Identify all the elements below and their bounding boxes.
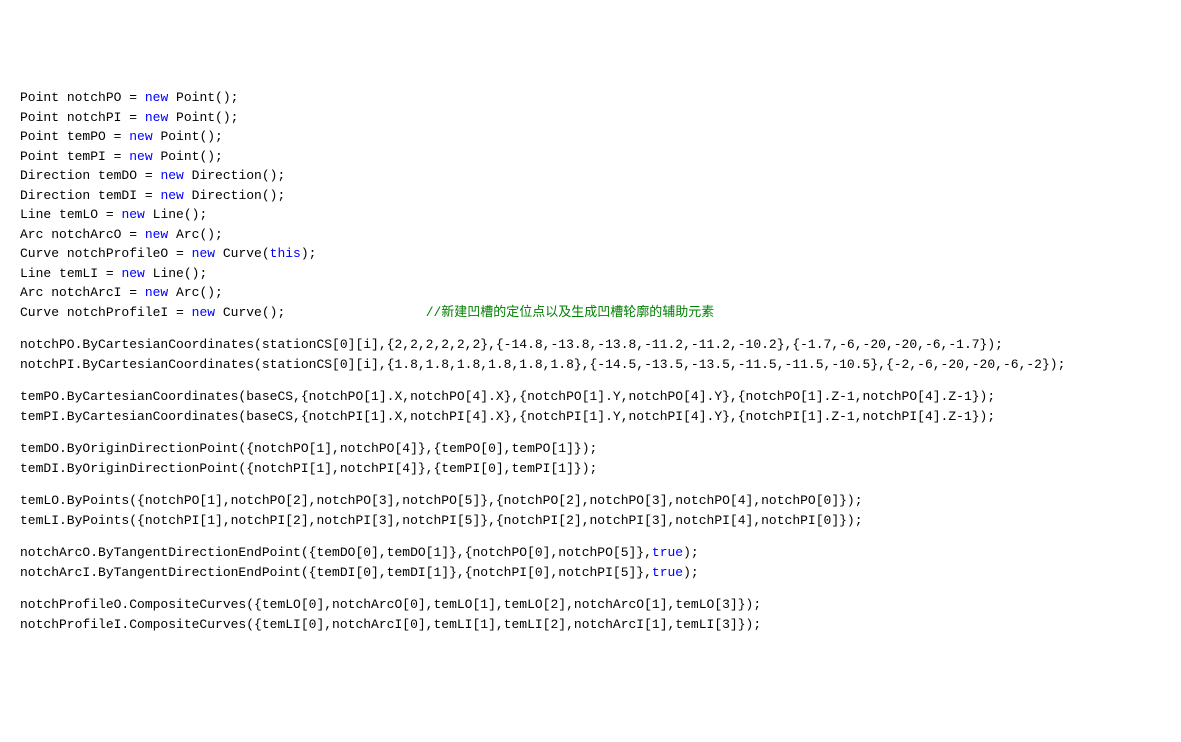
code-token: Direction [20, 168, 90, 183]
code-token: this [270, 246, 301, 261]
code-token: temPO = [59, 129, 129, 144]
code-block: Point notchPO = new Point();Point notchP… [20, 88, 1161, 634]
code-token: notchPO = [59, 90, 145, 105]
code-line: temDI.ByOriginDirectionPoint({notchPI[1]… [20, 459, 1161, 479]
code-token: temLI = [51, 266, 121, 281]
code-line: Point temPO = new Point(); [20, 127, 1161, 147]
code-token: new [160, 188, 183, 203]
blank-line [20, 322, 1161, 335]
code-token: notchProfileI = [59, 305, 192, 320]
code-token: Arc(); [168, 285, 223, 300]
code-line: notchArcI.ByTangentDirectionEndPoint({te… [20, 563, 1161, 583]
code-token: notchPO.ByCartesianCoordinates(stationCS… [20, 337, 1003, 352]
code-token: temPI = [59, 149, 129, 164]
code-token: new [192, 305, 215, 320]
code-token: Point [20, 149, 59, 164]
code-token: temPO.ByCartesianCoordinates(baseCS,{not… [20, 389, 995, 404]
code-token: Line [20, 207, 51, 222]
code-line: temLO.ByPoints({notchPO[1],notchPO[2],no… [20, 491, 1161, 511]
code-line: Arc notchArcO = new Arc(); [20, 225, 1161, 245]
code-token: new [121, 207, 144, 222]
code-token: notchArcO = [43, 227, 144, 242]
code-token: Curve [20, 246, 59, 261]
code-token: notchArcI = [43, 285, 144, 300]
blank-line [20, 582, 1161, 595]
code-token: Point [20, 110, 59, 125]
code-token: Arc [20, 285, 43, 300]
code-token: Arc [20, 227, 43, 242]
code-token: Line [20, 266, 51, 281]
code-token: new [121, 266, 144, 281]
code-token: temDO.ByOriginDirectionPoint({notchPO[1]… [20, 441, 597, 456]
code-line: Curve notchProfileI = new Curve(); //新建凹… [20, 303, 1161, 323]
code-token: Point [20, 129, 59, 144]
code-token: Point(); [168, 110, 238, 125]
code-token: Direction(); [184, 188, 285, 203]
code-token: Point(); [153, 129, 223, 144]
code-line: notchProfileI.CompositeCurves({temLI[0],… [20, 615, 1161, 635]
blank-line [20, 374, 1161, 387]
code-token: new [145, 227, 168, 242]
code-line: notchPI.ByCartesianCoordinates(stationCS… [20, 355, 1161, 375]
code-token: Point(); [153, 149, 223, 164]
code-token: temPI.ByCartesianCoordinates(baseCS,{not… [20, 409, 995, 424]
code-token: new [145, 285, 168, 300]
code-token: temLO.ByPoints({notchPO[1],notchPO[2],no… [20, 493, 863, 508]
code-line: Line temLO = new Line(); [20, 205, 1161, 225]
code-token: new [145, 90, 168, 105]
code-line: Line temLI = new Line(); [20, 264, 1161, 284]
code-token: temDI = [90, 188, 160, 203]
code-token: true [652, 545, 683, 560]
code-token: Line(); [145, 207, 207, 222]
code-token: Line(); [145, 266, 207, 281]
code-token: new [145, 110, 168, 125]
blank-line [20, 478, 1161, 491]
code-line: temPI.ByCartesianCoordinates(baseCS,{not… [20, 407, 1161, 427]
code-token: ); [683, 545, 699, 560]
code-token: ); [301, 246, 317, 261]
code-line: Direction temDO = new Direction(); [20, 166, 1161, 186]
code-line: notchPO.ByCartesianCoordinates(stationCS… [20, 335, 1161, 355]
code-line: Direction temDI = new Direction(); [20, 186, 1161, 206]
code-line: temDO.ByOriginDirectionPoint({notchPO[1]… [20, 439, 1161, 459]
code-line: notchProfileO.CompositeCurves({temLO[0],… [20, 595, 1161, 615]
code-token: temDO = [90, 168, 160, 183]
code-token: Curve(); [215, 305, 285, 320]
code-token [285, 305, 425, 320]
code-token: new [192, 246, 215, 261]
code-token: temLO = [51, 207, 121, 222]
code-token: ); [683, 565, 699, 580]
code-token: Arc(); [168, 227, 223, 242]
code-token: notchProfileO = [59, 246, 192, 261]
blank-line [20, 426, 1161, 439]
code-token: notchArcI.ByTangentDirectionEndPoint({te… [20, 565, 652, 580]
code-token: temLI.ByPoints({notchPI[1],notchPI[2],no… [20, 513, 863, 528]
code-token: Point [20, 90, 59, 105]
code-line: notchArcO.ByTangentDirectionEndPoint({te… [20, 543, 1161, 563]
code-token: Direction [20, 188, 90, 203]
code-token: new [129, 129, 152, 144]
code-line: temLI.ByPoints({notchPI[1],notchPI[2],no… [20, 511, 1161, 531]
code-token: notchPI = [59, 110, 145, 125]
code-token: //新建凹槽的定位点以及生成凹槽轮廓的辅助元素 [426, 305, 715, 320]
code-line: Point notchPO = new Point(); [20, 88, 1161, 108]
code-line: Arc notchArcI = new Arc(); [20, 283, 1161, 303]
code-token: notchArcO.ByTangentDirectionEndPoint({te… [20, 545, 652, 560]
code-token: notchProfileI.CompositeCurves({temLI[0],… [20, 617, 761, 632]
code-token: new [129, 149, 152, 164]
code-token: Curve( [215, 246, 270, 261]
code-token: Curve [20, 305, 59, 320]
code-line: temPO.ByCartesianCoordinates(baseCS,{not… [20, 387, 1161, 407]
code-token: Direction(); [184, 168, 285, 183]
code-token: new [160, 168, 183, 183]
code-line: Point temPI = new Point(); [20, 147, 1161, 167]
code-token: true [652, 565, 683, 580]
code-line: Point notchPI = new Point(); [20, 108, 1161, 128]
code-token: notchProfileO.CompositeCurves({temLO[0],… [20, 597, 761, 612]
code-line: Curve notchProfileO = new Curve(this); [20, 244, 1161, 264]
code-token: notchPI.ByCartesianCoordinates(stationCS… [20, 357, 1065, 372]
code-token: temDI.ByOriginDirectionPoint({notchPI[1]… [20, 461, 597, 476]
blank-line [20, 530, 1161, 543]
code-token: Point(); [168, 90, 238, 105]
